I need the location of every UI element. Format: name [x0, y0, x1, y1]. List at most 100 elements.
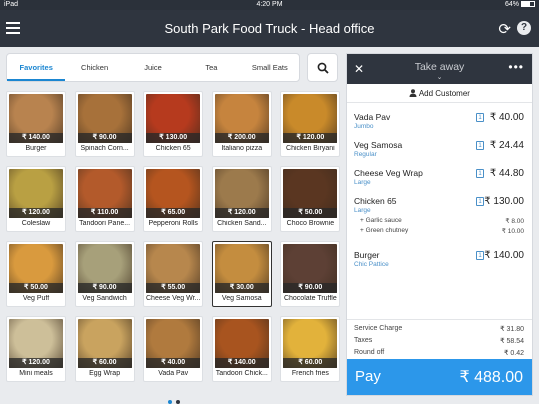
search-button[interactable] — [307, 53, 338, 82]
product-tile[interactable]: ₹ 50.00 Choco Brownie — [280, 166, 341, 232]
product-tile[interactable]: ₹ 140.00 Tandoori Chick... — [211, 316, 272, 382]
battery-indicator: 64% — [505, 1, 535, 8]
product-price: ₹ 120.00 — [214, 208, 269, 218]
quantity-badge: 1 — [476, 113, 484, 122]
modifier-price: ₹ 10.00 — [501, 228, 524, 235]
product-tile[interactable]: ₹ 90.00 Chocolate Truffle — [280, 241, 341, 307]
order-panel: ✕ Take away ⌄ ••• Add Customer Vada Pav J… — [346, 53, 533, 396]
order-header: ✕ Take away ⌄ ••• — [347, 54, 532, 84]
product-tile[interactable]: ₹ 200.00 Italiano pizza — [211, 91, 272, 157]
help-icon[interactable]: ? — [517, 21, 531, 35]
app-header: South Park Food Truck - Head office ⟳ ? — [0, 10, 539, 47]
product-price: ₹ 55.00 — [146, 283, 201, 293]
product-price: ₹ 130.00 — [146, 133, 201, 143]
product-tile[interactable]: ₹ 65.00 Pepperoni Rolls — [143, 166, 204, 232]
product-name: Veg Samosa — [221, 295, 262, 302]
product-tile[interactable]: ₹ 120.00 Mini meals — [6, 316, 66, 382]
product-price: ₹ 50.00 — [9, 283, 63, 293]
summary-row: Taxes ₹ 58.54 — [354, 337, 524, 349]
order-item-amount: ₹ 44.80 — [489, 168, 524, 179]
tab-small-eats[interactable]: Small Eats — [241, 54, 299, 81]
product-price: ₹ 110.00 — [77, 208, 132, 218]
page-title: South Park Food Truck - Head office — [164, 21, 375, 36]
product-price: ₹ 120.00 — [9, 358, 63, 368]
quantity-badge: 1 — [476, 141, 484, 150]
order-item-amount: ₹ 130.00 — [484, 196, 524, 207]
product-name: Veg Sandwich — [82, 295, 127, 302]
product-tile[interactable]: ₹ 120.00 Coleslaw — [6, 166, 66, 232]
product-price: ₹ 200.00 — [214, 133, 269, 143]
clock: 4:20 PM — [256, 1, 283, 8]
order-item-variant: Large — [354, 207, 371, 214]
product-tile[interactable]: ₹ 110.00 Tandoori Pane... — [74, 166, 135, 232]
order-item-variant: Jumbo — [354, 123, 374, 130]
product-tile[interactable]: ₹ 120.00 Chicken Biryani — [280, 91, 341, 157]
modifier-name: + Garlic sauce — [360, 217, 402, 224]
tab-chicken[interactable]: Chicken — [65, 54, 123, 81]
chevron-down-icon: ⌄ — [436, 74, 443, 81]
product-tile[interactable]: ₹ 55.00 Cheese Veg Wr... — [143, 241, 204, 307]
tab-tea[interactable]: Tea — [182, 54, 240, 81]
product-grid: ₹ 140.00 Burger ₹ 90.00 Spinach Corn... ₹ 13… — [6, 91, 341, 382]
order-item[interactable]: Cheese Veg Wrap Large 1 ₹ 44.80 — [347, 163, 532, 191]
order-mode-selector[interactable]: Take away — [347, 61, 532, 73]
more-icon[interactable]: ••• — [508, 60, 524, 74]
order-item-variant: Chic Pattice — [354, 261, 389, 268]
product-tile[interactable]: ₹ 40.00 Vada Pav — [143, 316, 204, 382]
order-item[interactable]: Vada Pav Jumbo 1 ₹ 40.00 — [347, 107, 532, 135]
summary-value: ₹ 31.80 — [500, 326, 524, 333]
product-name: French fries — [291, 370, 329, 377]
product-name: Egg Wrap — [89, 370, 121, 377]
category-tabs: Favorites Chicken Juice Tea Small Eats — [6, 53, 300, 82]
product-name: Vada Pav — [158, 370, 189, 377]
product-name: Spinach Corn... — [80, 145, 129, 152]
product-tile[interactable]: ₹ 30.00 Veg Samosa — [211, 241, 272, 307]
quantity-badge: 1 — [476, 169, 484, 178]
product-price: ₹ 120.00 — [9, 208, 63, 218]
product-tile[interactable]: ₹ 130.00 Chicken 65 — [143, 91, 204, 157]
product-tile[interactable]: ₹ 140.00 Burger — [6, 91, 66, 157]
sync-icon[interactable]: ⟳ — [498, 20, 511, 38]
product-price: ₹ 60.00 — [283, 358, 338, 368]
battery-percent: 64% — [504, 1, 519, 8]
page-dot[interactable] — [168, 400, 172, 404]
page-indicator — [168, 391, 184, 404]
product-name: Tandoori Pane... — [79, 220, 131, 227]
product-name: Tandoori Chick... — [215, 370, 268, 377]
pay-button[interactable]: Pay ₹ 488.00 — [347, 359, 532, 395]
product-price: ₹ 90.00 — [77, 133, 132, 143]
order-item-amount: ₹ 40.00 — [489, 112, 524, 123]
summary-value: ₹ 58.54 — [500, 338, 524, 345]
order-item[interactable]: Burger Chic Pattice 1 ₹ 140.00 — [347, 245, 532, 273]
modifier-name: + Green chutney — [360, 227, 409, 234]
tab-favorites[interactable]: Favorites — [7, 54, 66, 81]
tab-juice[interactable]: Juice — [124, 54, 182, 81]
order-item[interactable]: Chicken 65 Large 1 ₹ 130.00 + Garlic sauce ₹ … — [347, 191, 532, 245]
order-items: Vada Pav Jumbo 1 ₹ 40.00 Veg Samosa Regular 1 ₹… — [347, 107, 532, 273]
product-name: Italiano pizza — [221, 145, 263, 152]
pay-label: Pay — [355, 368, 381, 385]
status-bar: iPad 4:20 PM 64% — [0, 0, 539, 10]
search-icon — [317, 62, 329, 74]
battery-icon — [521, 1, 535, 7]
modifier-line: + Green chutney ₹ 10.00 — [354, 227, 524, 235]
product-tile[interactable]: ₹ 50.00 Veg Puff — [6, 241, 66, 307]
product-tile[interactable]: ₹ 60.00 French fries — [280, 316, 341, 382]
product-tile[interactable]: ₹ 60.00 Egg Wrap — [74, 316, 135, 382]
product-price: ₹ 40.00 — [146, 358, 201, 368]
product-name: Chicken 65 — [155, 145, 191, 152]
product-tile[interactable]: ₹ 120.00 Chicken Sand... — [211, 166, 272, 232]
page-dot[interactable] — [176, 400, 180, 404]
product-name: Chicken Sand... — [217, 220, 267, 227]
summary-row: Service Charge ₹ 31.80 — [354, 325, 524, 337]
modifier-line: + Garlic sauce ₹ 8.00 — [354, 217, 524, 225]
product-name: Pepperoni Rolls — [148, 220, 198, 227]
product-tile[interactable]: ₹ 90.00 Veg Sandwich — [74, 241, 135, 307]
order-item[interactable]: Veg Samosa Regular 1 ₹ 24.44 — [347, 135, 532, 163]
product-tile[interactable]: ₹ 90.00 Spinach Corn... — [74, 91, 135, 157]
product-name: Mini meals — [19, 370, 53, 377]
quantity-badge: 1 — [476, 197, 484, 206]
add-customer-button[interactable]: Add Customer — [347, 84, 532, 103]
modifier-price: ₹ 8.00 — [505, 218, 524, 225]
total-amount: ₹ 488.00 — [459, 369, 523, 386]
